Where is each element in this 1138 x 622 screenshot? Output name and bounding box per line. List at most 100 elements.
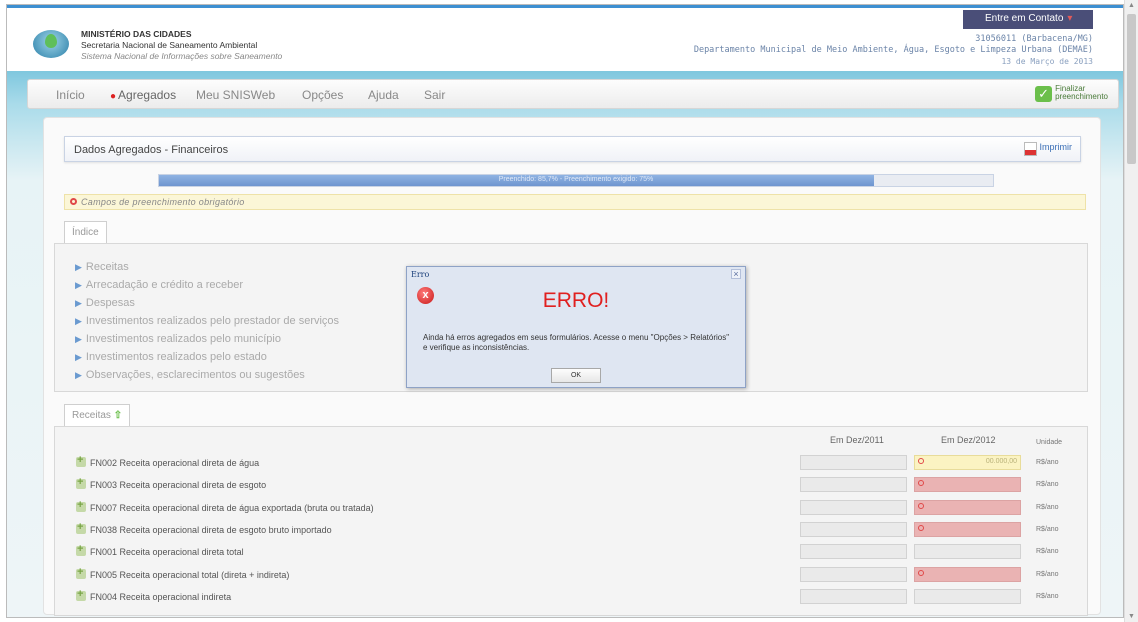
triangle-right-icon: ▶: [75, 352, 82, 362]
receita-row-label: FN007 Receita operacional direta de água…: [76, 499, 374, 513]
menu-opcoes[interactable]: Opções: [302, 88, 343, 102]
value-2011-field[interactable]: [800, 522, 907, 537]
receita-label-text: FN001 Receita operacional direta total: [90, 547, 244, 557]
value-2011-field[interactable]: [800, 477, 907, 492]
tab-indice[interactable]: Índice: [64, 221, 107, 243]
tab-receitas-label: Receitas: [72, 410, 111, 421]
value-2012-text: 00.000,00: [985, 458, 1017, 465]
plus-icon[interactable]: [76, 543, 86, 556]
receita-row-label: FN038 Receita operacional direta de esgo…: [76, 521, 332, 535]
value-2012-field[interactable]: [914, 589, 1021, 604]
dialog-message: Ainda há erros agregados em seus formulá…: [423, 333, 730, 352]
index-link-invest-municipio[interactable]: ▶ Investimentos realizados pelo município: [75, 333, 281, 345]
main-menu: Início ● Agregados Meu SNISWeb Opções Aju…: [27, 79, 1119, 109]
menu-agregados-label: Agregados: [118, 88, 177, 102]
required-marker-icon: [918, 458, 924, 464]
required-marker-icon: [70, 198, 77, 205]
value-2012-field[interactable]: [914, 567, 1021, 582]
org-ministry: MINISTÉRIO DAS CIDADES: [81, 29, 192, 39]
required-marker-icon: [918, 503, 924, 509]
ok-button[interactable]: OK: [551, 368, 601, 383]
index-link-label: Receitas: [85, 261, 129, 273]
dialog-heading: ERRO!: [542, 289, 610, 312]
receita-row-label: FN003 Receita operacional direta de esgo…: [76, 476, 267, 490]
triangle-right-icon: ▶: [75, 280, 82, 290]
value-2012-field[interactable]: [914, 544, 1021, 559]
triangle-right-icon: ▶: [75, 370, 82, 380]
receita-row-label: FN004 Receita operacional indireta: [76, 588, 231, 602]
menu-agregados[interactable]: ● Agregados: [110, 88, 176, 102]
value-2011-field[interactable]: [800, 567, 907, 582]
unit-label: R$/ano: [1036, 571, 1059, 578]
index-link-arrecadacao[interactable]: ▶ Arrecadação e crédito a receber: [75, 279, 243, 291]
index-link-observacoes[interactable]: ▶ Observações, esclarecimentos ou sugestõ…: [75, 369, 305, 381]
required-marker-icon: [918, 570, 924, 576]
vertical-scrollbar[interactable]: ▲ ▼: [1124, 0, 1138, 622]
alert-icon: ●: [110, 91, 117, 102]
plus-icon[interactable]: [76, 454, 86, 467]
contact-label: Entre em Contato: [985, 13, 1064, 24]
triangle-right-icon: ▶: [75, 262, 82, 272]
fill-progress-bar: Preenchido: 85,7% - Preenchimento exigid…: [158, 174, 994, 187]
receita-label-text: FN038 Receita operacional direta de esgo…: [90, 525, 332, 535]
municipality-code: 31056011 (Barbacena/MG): [975, 34, 1093, 44]
print-button[interactable]: Imprimir: [1023, 142, 1072, 156]
value-2012-field[interactable]: [914, 500, 1021, 515]
section-titlebar: Dados Agregados - Financeiros Imprimir: [64, 136, 1081, 162]
org-secretariat: Secretaria Nacional de Saneamento Ambien…: [81, 40, 258, 50]
browser-viewport: MINISTÉRIO DAS CIDADES Secretaria Nacion…: [6, 4, 1124, 618]
scrollbar-thumb[interactable]: [1127, 14, 1136, 164]
col-header-2012: Em Dez/2012: [941, 435, 996, 445]
close-icon[interactable]: ×: [731, 269, 741, 279]
index-link-invest-prestador[interactable]: ▶ Investimentos realizados pelo prestador…: [75, 315, 339, 327]
receita-label-text: FN005 Receita operacional total (direta …: [90, 570, 290, 580]
plus-icon[interactable]: [76, 476, 86, 489]
finalize-button[interactable]: ✓ Finalizar preenchimento: [1035, 85, 1108, 105]
required-note-text: Campos de preenchimento obrigatório: [81, 197, 245, 207]
receita-label-text: FN007 Receita operacional direta de água…: [90, 503, 374, 513]
value-2011-field[interactable]: [800, 500, 907, 515]
receitas-box: Em Dez/2011 Em Dez/2012 Unidade FN002 Re…: [54, 426, 1088, 616]
page-title: Dados Agregados - Financeiros: [74, 144, 229, 156]
col-header-unit: Unidade: [1036, 439, 1063, 446]
contact-button[interactable]: Entre em Contato ▾: [963, 10, 1093, 29]
unit-label: R$/ano: [1036, 459, 1059, 466]
index-link-receitas[interactable]: ▶ Receitas: [75, 261, 129, 273]
value-2011-field[interactable]: [800, 589, 907, 604]
menu-meu-snisweb[interactable]: Meu SNISWeb: [196, 88, 275, 102]
unit-label: R$/ano: [1036, 504, 1059, 511]
checkmark-icon: ✓: [1035, 86, 1053, 102]
index-link-invest-estado[interactable]: ▶ Investimentos realizados pelo estado: [75, 351, 267, 363]
triangle-right-icon: ▶: [75, 298, 82, 308]
unit-label: R$/ano: [1036, 593, 1059, 600]
index-link-label: Observações, esclarecimentos ou sugestõe…: [85, 369, 305, 381]
plus-icon[interactable]: [76, 566, 86, 579]
pdf-icon: [1023, 142, 1037, 156]
org-info: MINISTÉRIO DAS CIDADES Secretaria Nacion…: [81, 29, 282, 62]
menu-inicio[interactable]: Início: [56, 88, 85, 102]
scroll-up-icon[interactable]: ▲: [1128, 2, 1135, 9]
value-2011-field[interactable]: [800, 455, 907, 470]
receita-label-text: FN002 Receita operacional direta de água: [90, 458, 260, 468]
value-2012-field[interactable]: [914, 522, 1021, 537]
finalize-label-2: preenchimento: [1055, 92, 1108, 101]
scroll-down-icon[interactable]: ▼: [1128, 613, 1135, 620]
menu-sair[interactable]: Sair: [424, 88, 445, 102]
error-dialog: Erro × x ERRO! Ainda há erros agregados …: [406, 266, 746, 388]
index-link-label: Investimentos realizados pelo estado: [85, 351, 267, 363]
plus-icon[interactable]: [76, 588, 86, 601]
required-fields-note: Campos de preenchimento obrigatório: [64, 194, 1086, 210]
index-link-despesas[interactable]: ▶ Despesas: [75, 297, 135, 309]
value-2012-field[interactable]: [914, 477, 1021, 492]
value-2011-field[interactable]: [800, 544, 907, 559]
plus-icon[interactable]: [76, 521, 86, 534]
plus-icon[interactable]: [76, 499, 86, 512]
progress-text: Preenchido: 85,7% - Preenchimento exigid…: [498, 176, 654, 183]
index-link-label: Investimentos realizados pelo município: [85, 333, 281, 345]
tab-receitas[interactable]: Receitas ⇧: [64, 404, 131, 426]
menu-ajuda[interactable]: Ajuda: [368, 88, 399, 102]
receita-label-text: FN003 Receita operacional direta de esgo…: [90, 480, 267, 490]
value-2012-field[interactable]: 00.000,00: [914, 455, 1021, 470]
index-link-label: Investimentos realizados pelo prestador …: [85, 315, 340, 327]
unit-label: R$/ano: [1036, 481, 1059, 488]
